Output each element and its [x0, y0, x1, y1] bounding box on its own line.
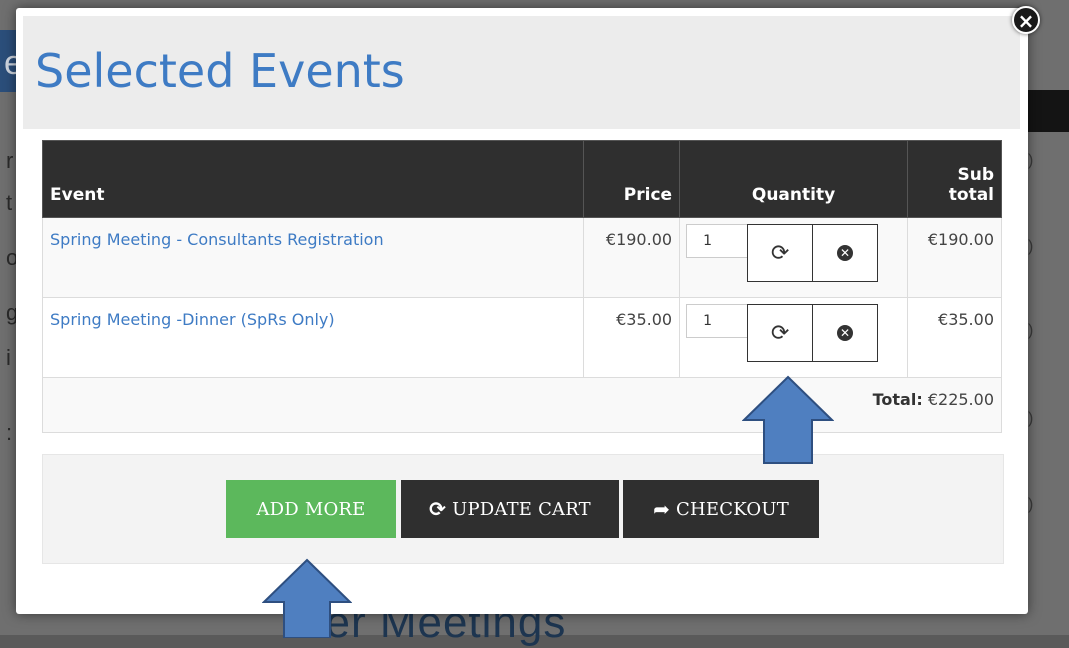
header-subtotal: Sub total	[907, 140, 1002, 218]
cart-table: Event Price Quantity Sub total Spring Me…	[41, 140, 1002, 433]
remove-item-button[interactable]: ✕	[812, 224, 879, 282]
event-cell: Spring Meeting - Consultants Registratio…	[41, 217, 585, 298]
close-icon[interactable]: ×	[1012, 6, 1040, 34]
share-arrow-icon: ➦	[653, 497, 671, 521]
event-cell: Spring Meeting -Dinner (SpRs Only)	[41, 297, 585, 378]
add-more-button[interactable]: ADD MORE	[226, 480, 396, 538]
subtotal-cell: €35.00	[907, 297, 1002, 378]
total-label: Total:	[872, 390, 923, 409]
total-row: Total: €225.00	[42, 377, 1002, 433]
remove-icon: ✕	[837, 325, 854, 341]
update-cart-button[interactable]: ⟳ UPDATE CART	[401, 480, 619, 538]
price-cell: €35.00	[583, 297, 681, 378]
header-event: Event	[41, 140, 585, 218]
subtotal-cell: €190.00	[907, 217, 1002, 298]
table-row: Spring Meeting - Consultants Registratio…	[41, 217, 1002, 298]
modal-title: Selected Events	[35, 44, 405, 98]
update-quantity-button[interactable]: ⟳	[747, 304, 814, 362]
refresh-icon: ⟳	[770, 240, 790, 266]
event-link[interactable]: Spring Meeting - Consultants Registratio…	[50, 230, 384, 249]
modal-header: Selected Events	[23, 16, 1020, 129]
quantity-group: ⟳ ✕	[686, 224, 901, 282]
total-value: €225.00	[927, 390, 994, 409]
quantity-cell: ⟳ ✕	[679, 217, 908, 298]
header-quantity: Quantity	[679, 140, 908, 218]
annotation-arrow-up-icon	[742, 375, 834, 464]
actions-panel: ADD MORE ⟳ UPDATE CART ➦ CHECKOUT	[42, 454, 1004, 564]
update-quantity-button[interactable]: ⟳	[747, 224, 814, 282]
header-price: Price	[583, 140, 681, 218]
quantity-cell: ⟳ ✕	[679, 297, 908, 378]
event-link[interactable]: Spring Meeting -Dinner (SpRs Only)	[50, 310, 335, 329]
table-row: Spring Meeting -Dinner (SpRs Only) €35.0…	[41, 297, 1002, 378]
quantity-group: ⟳ ✕	[686, 304, 901, 362]
selected-events-modal: Selected Events Event Price Quantity Sub…	[16, 8, 1028, 614]
refresh-icon: ⟳	[429, 497, 447, 521]
remove-item-button[interactable]: ✕	[812, 304, 879, 362]
table-header-row: Event Price Quantity Sub total	[41, 140, 1002, 218]
checkout-button[interactable]: ➦ CHECKOUT	[623, 480, 819, 538]
total-cell: Total: €225.00	[42, 377, 1002, 433]
quantity-input[interactable]	[686, 224, 749, 258]
annotation-arrow-up-icon	[262, 558, 352, 638]
background-header-strip	[1022, 90, 1069, 132]
refresh-icon: ⟳	[770, 320, 790, 346]
remove-icon: ✕	[837, 245, 854, 261]
quantity-input[interactable]	[686, 304, 749, 338]
price-cell: €190.00	[583, 217, 681, 298]
